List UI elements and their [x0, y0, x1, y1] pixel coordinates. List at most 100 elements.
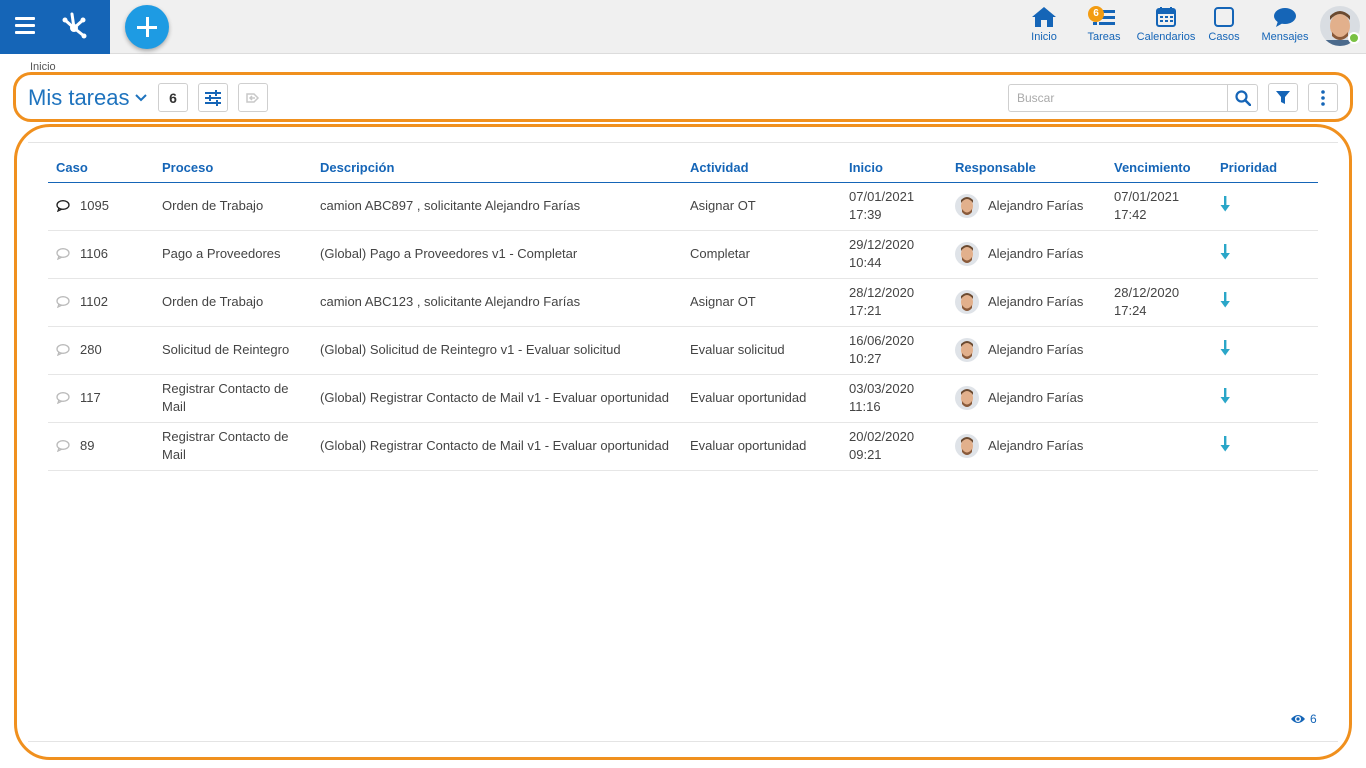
more-vertical-icon — [1321, 89, 1325, 106]
case-number: 1095 — [80, 198, 109, 213]
cell-caso: 89 — [48, 422, 154, 471]
filter-button[interactable] — [1268, 83, 1298, 112]
cell-proceso: Registrar Contacto de Mail — [154, 422, 312, 471]
cell-responsable: Alejandro Farías — [947, 374, 1106, 423]
col-header-vencimiento[interactable]: Vencimiento — [1106, 154, 1212, 183]
start-time: 10:27 — [849, 351, 882, 366]
comment-icon[interactable] — [56, 200, 70, 212]
search-button[interactable] — [1227, 84, 1258, 112]
cell-inicio: 03/03/2020 11:16 — [841, 374, 947, 423]
cell-vencimiento — [1106, 422, 1212, 471]
priority-low-arrow-icon — [1220, 387, 1230, 403]
comment-icon[interactable] — [56, 248, 70, 260]
table-row[interactable]: 117 Registrar Contacto de Mail (Global) … — [48, 374, 1318, 423]
table-row[interactable]: 1106 Pago a Proveedores (Global) Pago a … — [48, 230, 1318, 279]
cell-responsable: Alejandro Farías — [947, 422, 1106, 471]
comment-icon[interactable] — [56, 296, 70, 308]
responsible-avatar — [955, 290, 979, 314]
cell-caso: 1095 — [48, 182, 154, 231]
cell-actividad: Evaluar solicitud — [682, 326, 841, 375]
visible-count: 6 — [1290, 712, 1317, 726]
cell-descripcion: (Global) Pago a Proveedores v1 - Complet… — [312, 230, 682, 279]
cell-vencimiento — [1106, 326, 1212, 375]
cell-prioridad — [1212, 182, 1318, 231]
cell-vencimiento: 28/12/2020 17:24 — [1106, 278, 1212, 327]
table-row[interactable]: 89 Registrar Contacto de Mail (Global) R… — [48, 422, 1318, 471]
priority-low-arrow-icon — [1220, 339, 1230, 355]
cell-descripcion: camion ABC897 , solicitante Alejandro Fa… — [312, 182, 682, 231]
col-header-actividad[interactable]: Actividad — [682, 154, 841, 183]
cell-prioridad — [1212, 422, 1318, 471]
task-table: Caso Proceso Descripción Actividad Inici… — [48, 154, 1318, 471]
comment-icon[interactable] — [56, 392, 70, 404]
start-date: 28/12/2020 — [849, 285, 915, 300]
table-row[interactable]: 280 Solicitud de Reintegro (Global) Soli… — [48, 326, 1318, 375]
nav-calendarios[interactable]: Calendarios — [1136, 6, 1196, 48]
release-icon — [246, 92, 260, 103]
cell-descripcion: camion ABC123 , solicitante Alejandro Fa… — [312, 278, 682, 327]
release-task-button[interactable] — [238, 83, 268, 112]
col-header-proceso[interactable]: Proceso — [154, 154, 312, 183]
nav-inicio[interactable]: Inicio — [1026, 6, 1062, 48]
cell-responsable: Alejandro Farías — [947, 182, 1106, 231]
col-header-prioridad[interactable]: Prioridad — [1212, 154, 1318, 183]
filter-icon — [1276, 90, 1290, 104]
cell-actividad: Completar — [682, 230, 841, 279]
comment-icon[interactable] — [56, 440, 70, 452]
table-header: Caso Proceso Descripción Actividad Inici… — [48, 154, 1318, 183]
search-input[interactable] — [1008, 84, 1228, 112]
hamburger-menu-icon[interactable] — [15, 17, 35, 35]
cell-responsable: Alejandro Farías — [947, 230, 1106, 279]
case-number: 1102 — [80, 294, 108, 309]
page-title-dropdown[interactable]: Mis tareas — [28, 85, 148, 111]
app-logo[interactable] — [56, 8, 92, 44]
responsible-avatar — [955, 338, 979, 362]
responsible-name: Alejandro Farías — [988, 294, 1084, 309]
comment-icon[interactable] — [56, 344, 70, 356]
responsible-avatar — [955, 242, 979, 266]
cell-descripcion: (Global) Registrar Contacto de Mail v1 -… — [312, 422, 682, 471]
col-header-descripcion[interactable]: Descripción — [312, 154, 682, 183]
case-number: 89 — [80, 438, 95, 453]
responsible-name: Alejandro Farías — [988, 198, 1084, 213]
cell-proceso: Orden de Trabajo — [154, 278, 312, 327]
cell-proceso: Solicitud de Reintegro — [154, 326, 312, 375]
cell-caso: 117 — [48, 374, 154, 423]
case-number: 1106 — [80, 246, 108, 261]
responsible-name: Alejandro Farías — [988, 438, 1084, 453]
task-count-button[interactable]: 6 — [158, 83, 188, 112]
cell-prioridad — [1212, 230, 1318, 279]
priority-low-arrow-icon — [1220, 195, 1230, 211]
start-time: 17:39 — [849, 207, 882, 222]
nav-casos[interactable]: Casos — [1206, 6, 1242, 48]
due-date: 28/12/2020 — [1114, 285, 1180, 300]
nav-tareas[interactable]: 6 Tareas — [1084, 6, 1124, 48]
col-header-inicio[interactable]: Inicio — [841, 154, 947, 183]
cell-vencimiento — [1106, 230, 1212, 279]
priority-low-arrow-icon — [1220, 291, 1230, 307]
eye-icon — [1291, 715, 1305, 723]
cell-prioridad — [1212, 278, 1318, 327]
task-table-body: 1095 Orden de Trabajo camion ABC897 , so… — [48, 182, 1318, 471]
nav-calendarios-label: Calendarios — [1136, 31, 1196, 43]
cell-prioridad — [1212, 326, 1318, 375]
table-row[interactable]: 1095 Orden de Trabajo camion ABC897 , so… — [48, 182, 1318, 231]
add-button[interactable] — [125, 5, 169, 49]
cell-responsable: Alejandro Farías — [947, 278, 1106, 327]
cell-descripcion: (Global) Registrar Contacto de Mail v1 -… — [312, 374, 682, 423]
home-icon — [1032, 7, 1056, 27]
nav-mensajes[interactable]: Mensajes — [1260, 6, 1310, 48]
cell-caso: 1106 — [48, 230, 154, 279]
col-header-caso[interactable]: Caso — [48, 154, 154, 183]
sliders-icon — [205, 89, 221, 106]
responsible-avatar — [955, 386, 979, 410]
table-row[interactable]: 1102 Orden de Trabajo camion ABC123 , so… — [48, 278, 1318, 327]
col-header-responsable[interactable]: Responsable — [947, 154, 1106, 183]
due-time: 17:42 — [1114, 207, 1147, 222]
cell-inicio: 28/12/2020 17:21 — [841, 278, 947, 327]
nav-inicio-label: Inicio — [1031, 31, 1057, 43]
more-options-button[interactable] — [1308, 83, 1338, 112]
cell-actividad: Evaluar oportunidad — [682, 422, 841, 471]
cell-caso: 1102 — [48, 278, 154, 327]
settings-sliders-button[interactable] — [198, 83, 228, 112]
